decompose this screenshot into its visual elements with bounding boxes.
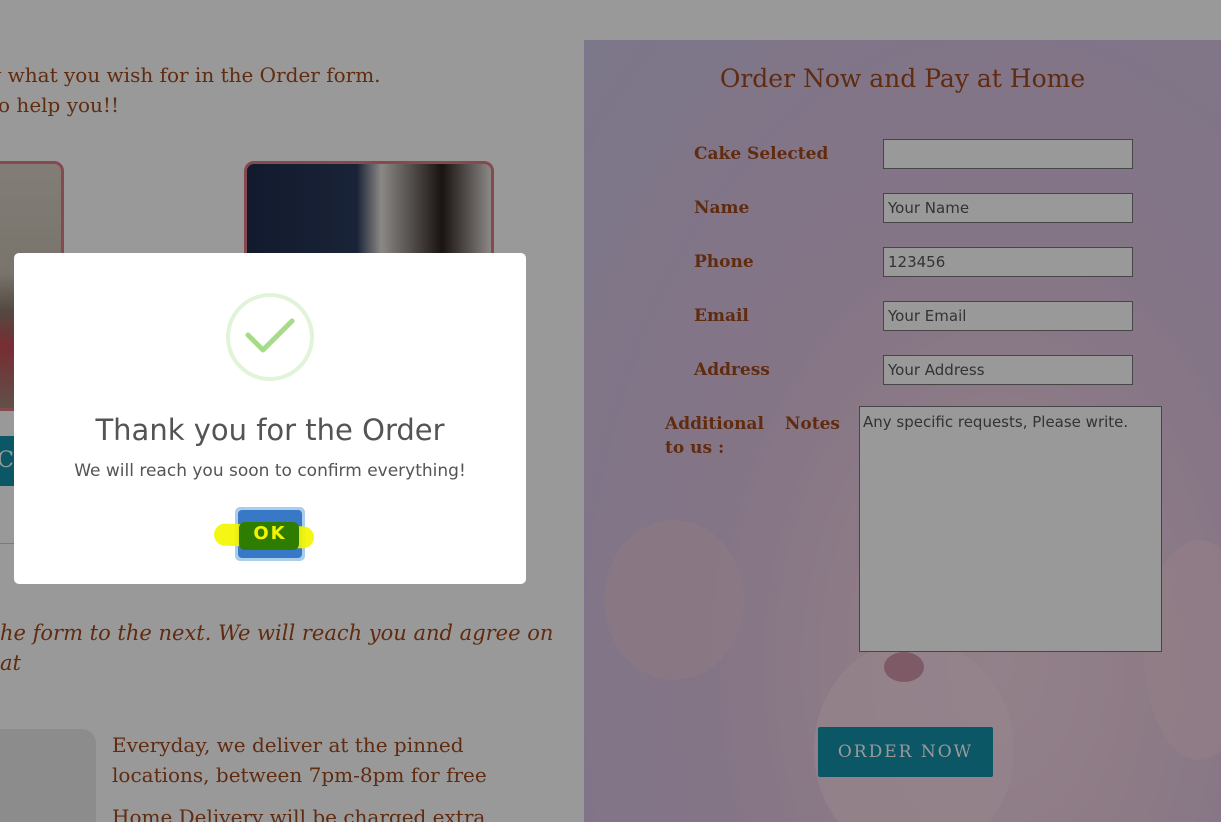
checkmark-icon [245,318,295,353]
success-check-icon [226,293,314,381]
dialog-title: Thank you for the Order [95,413,445,447]
dialog-message: We will reach you soon to confirm everyt… [74,461,466,481]
ok-button-label[interactable]: OK [235,523,305,544]
success-dialog: Thank you for the Order We will reach yo… [14,253,526,584]
